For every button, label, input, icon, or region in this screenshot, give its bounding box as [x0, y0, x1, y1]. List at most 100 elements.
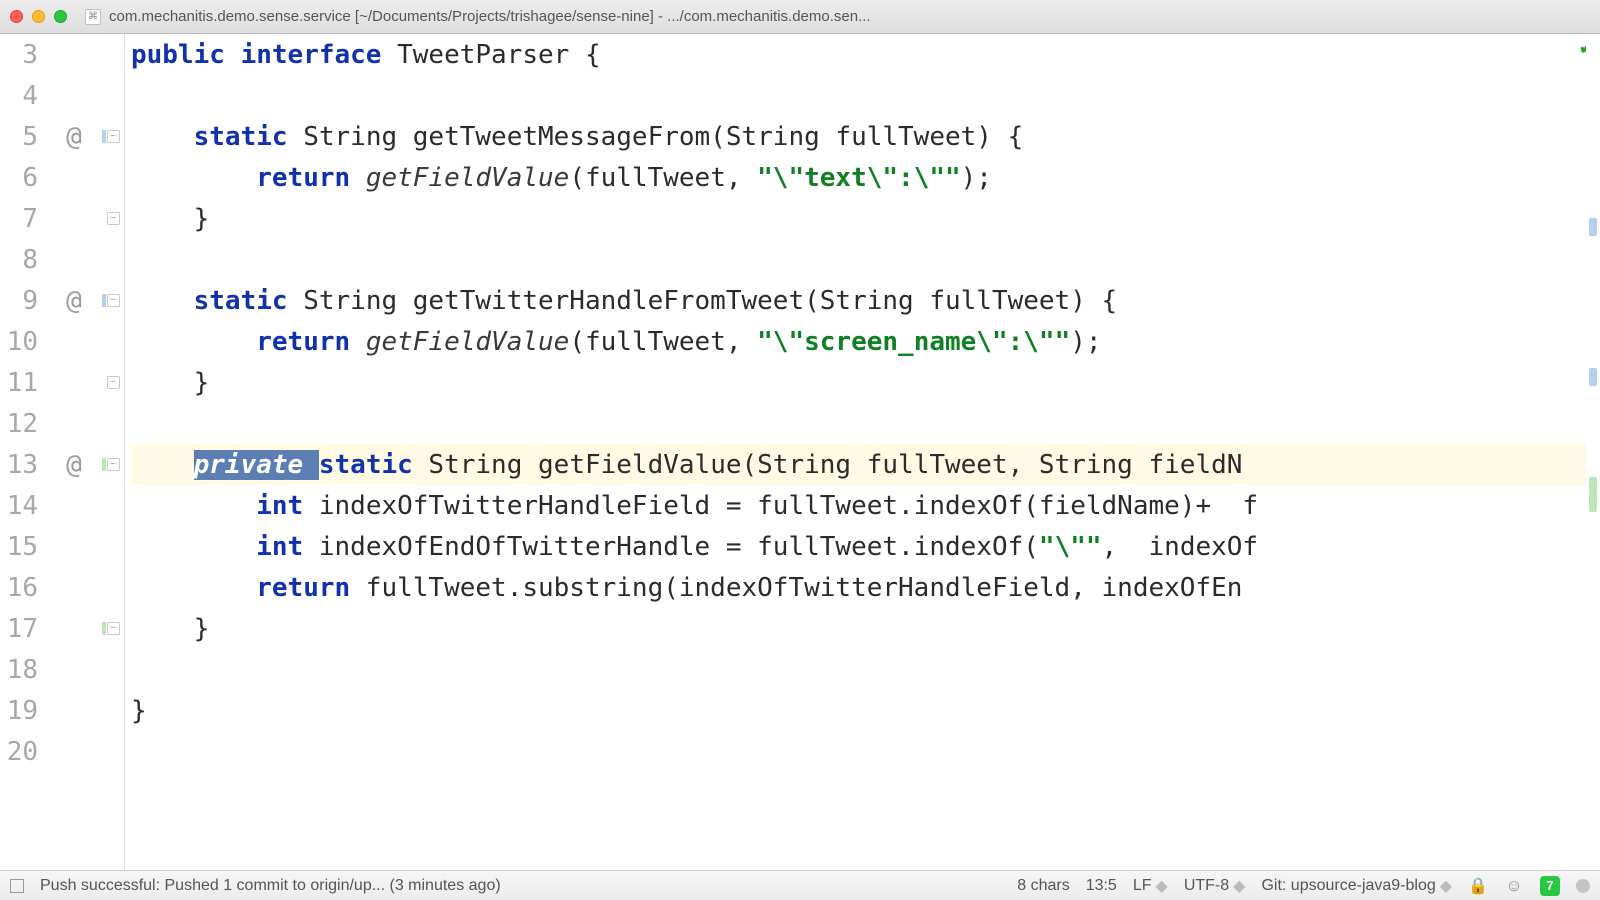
gutter-line[interactable]: 20 [0, 731, 124, 772]
code-line[interactable]: return getFieldValue(fullTweet, "\"scree… [131, 321, 1586, 362]
token-plain: String getFieldValue(String fullTweet, S… [413, 450, 1243, 480]
code-line[interactable]: } [131, 362, 1586, 403]
line-number: 13 [0, 450, 46, 480]
maximize-icon[interactable] [54, 10, 67, 23]
tool-window-icon[interactable] [10, 879, 24, 893]
code-line[interactable] [131, 649, 1586, 690]
gutter-line[interactable]: 12 [0, 403, 124, 444]
code-line[interactable]: public interface TweetParser { [131, 34, 1586, 75]
fold-region[interactable]: − [102, 622, 124, 635]
status-selection: 8 chars [1017, 877, 1069, 895]
gutter-line[interactable]: 3 [0, 34, 124, 75]
status-caret[interactable]: 13:5 [1086, 877, 1117, 895]
code-line[interactable]: static String getTweetMessageFrom(String… [131, 116, 1586, 157]
minimize-icon[interactable] [32, 10, 45, 23]
gutter-line[interactable]: 9@− [0, 280, 124, 321]
hector-icon[interactable]: ☺ [1504, 876, 1524, 896]
line-number: 20 [0, 737, 46, 767]
window-titlebar: ⌘ com.mechanitis.demo.sense.service [~/D… [0, 0, 1600, 34]
overview-ruler[interactable] [1586, 34, 1600, 870]
token-plain: ); [1070, 327, 1101, 357]
gutter-line[interactable]: 18 [0, 649, 124, 690]
gutter-line[interactable]: 5@− [0, 116, 124, 157]
token-plain: fullTweet.substring(indexOfTwitterHandle… [350, 573, 1242, 603]
fold-region[interactable]: − [102, 212, 124, 225]
close-icon[interactable] [10, 10, 23, 23]
gutter-line[interactable]: 13@− [0, 444, 124, 485]
fold-region[interactable]: − [102, 376, 124, 389]
fold-expand-icon[interactable]: − [107, 212, 120, 225]
line-number: 14 [0, 491, 46, 521]
code-line[interactable] [131, 239, 1586, 280]
code-line[interactable]: int indexOfEndOfTwitterHandle = fullTwee… [131, 526, 1586, 567]
gutter-annotation: @ [46, 122, 102, 152]
status-line-separator[interactable]: LF ◆ [1133, 876, 1168, 896]
token-plain: } [131, 614, 209, 644]
code-line[interactable]: } [131, 690, 1586, 731]
line-number: 4 [0, 81, 46, 111]
notifications-count: 7 [1546, 878, 1553, 893]
code-line[interactable]: private static String getFieldValue(Stri… [131, 444, 1586, 485]
code-editor[interactable]: ✔ 345@−67−89@−1011−1213@−14151617−181920… [0, 34, 1600, 870]
token-str: "\"text\":\"" [757, 163, 961, 193]
line-number: 15 [0, 532, 46, 562]
gutter-line[interactable]: 7− [0, 198, 124, 239]
gutter-line[interactable]: 10 [0, 321, 124, 362]
status-git-label: Git: upsource-java9-blog [1261, 877, 1435, 895]
gutter-line[interactable]: 17− [0, 608, 124, 649]
overview-mark[interactable] [1589, 368, 1597, 386]
code-line[interactable]: } [131, 198, 1586, 239]
change-marker [102, 458, 106, 471]
dropdown-icon: ◆ [1156, 876, 1168, 896]
status-encoding-label: UTF-8 [1184, 877, 1229, 895]
fold-expand-icon[interactable]: − [107, 376, 120, 389]
token-plain [131, 532, 256, 562]
status-git-branch[interactable]: Git: upsource-java9-blog ◆ [1261, 876, 1452, 896]
code-line[interactable]: return fullTweet.substring(indexOfTwitte… [131, 567, 1586, 608]
fold-region[interactable]: − [102, 458, 124, 471]
gutter-line[interactable]: 15 [0, 526, 124, 567]
fold-expand-icon[interactable]: − [107, 622, 120, 635]
code-line[interactable] [131, 403, 1586, 444]
code-line[interactable]: int indexOfTwitterHandleField = fullTwee… [131, 485, 1586, 526]
fold-collapse-icon[interactable]: − [107, 130, 120, 143]
token-plain [131, 450, 194, 480]
token-plain: indexOfTwitterHandleField = fullTweet.in… [303, 491, 1258, 521]
token-plain: indexOfEndOfTwitterHandle = fullTweet.in… [303, 532, 1039, 562]
gutter-line[interactable]: 19 [0, 690, 124, 731]
token-plain [131, 327, 256, 357]
editor-content[interactable]: public interface TweetParser { static St… [125, 34, 1586, 870]
overview-mark[interactable] [1589, 494, 1597, 512]
notifications-badge[interactable]: 7 [1540, 876, 1560, 896]
fold-region[interactable]: − [102, 130, 124, 143]
gutter-line[interactable]: 14 [0, 485, 124, 526]
token-plain [131, 573, 256, 603]
token-plain [131, 122, 194, 152]
fold-region[interactable]: − [102, 294, 124, 307]
token-plain: } [131, 696, 147, 726]
gutter-line[interactable]: 4 [0, 75, 124, 116]
fold-collapse-icon[interactable]: − [107, 294, 120, 307]
editor-gutter[interactable]: 345@−67−89@−1011−1213@−14151617−181920 [0, 34, 125, 870]
code-line[interactable]: } [131, 608, 1586, 649]
code-line[interactable] [131, 75, 1586, 116]
status-encoding[interactable]: UTF-8 ◆ [1184, 876, 1246, 896]
code-line[interactable]: static String getTwitterHandleFromTweet(… [131, 280, 1586, 321]
fold-collapse-icon[interactable]: − [107, 458, 120, 471]
gutter-line[interactable]: 11− [0, 362, 124, 403]
overview-mark[interactable] [1589, 477, 1597, 495]
overview-mark[interactable] [1589, 218, 1597, 236]
code-line[interactable] [131, 731, 1586, 772]
code-line[interactable]: return getFieldValue(fullTweet, "\"text\… [131, 157, 1586, 198]
gutter-line[interactable]: 8 [0, 239, 124, 280]
gutter-line[interactable]: 6 [0, 157, 124, 198]
token-plain: String getTwitterHandleFromTweet(String … [288, 286, 1118, 316]
lock-icon[interactable]: 🔒 [1468, 876, 1488, 896]
gutter-line[interactable]: 16 [0, 567, 124, 608]
token-plain: ); [961, 163, 992, 193]
gutter-annotation: @ [46, 286, 102, 316]
process-indicator-icon[interactable] [1576, 879, 1590, 893]
dropdown-icon: ◆ [1440, 876, 1452, 896]
token-plain: } [131, 204, 209, 234]
token-plain [225, 40, 241, 70]
